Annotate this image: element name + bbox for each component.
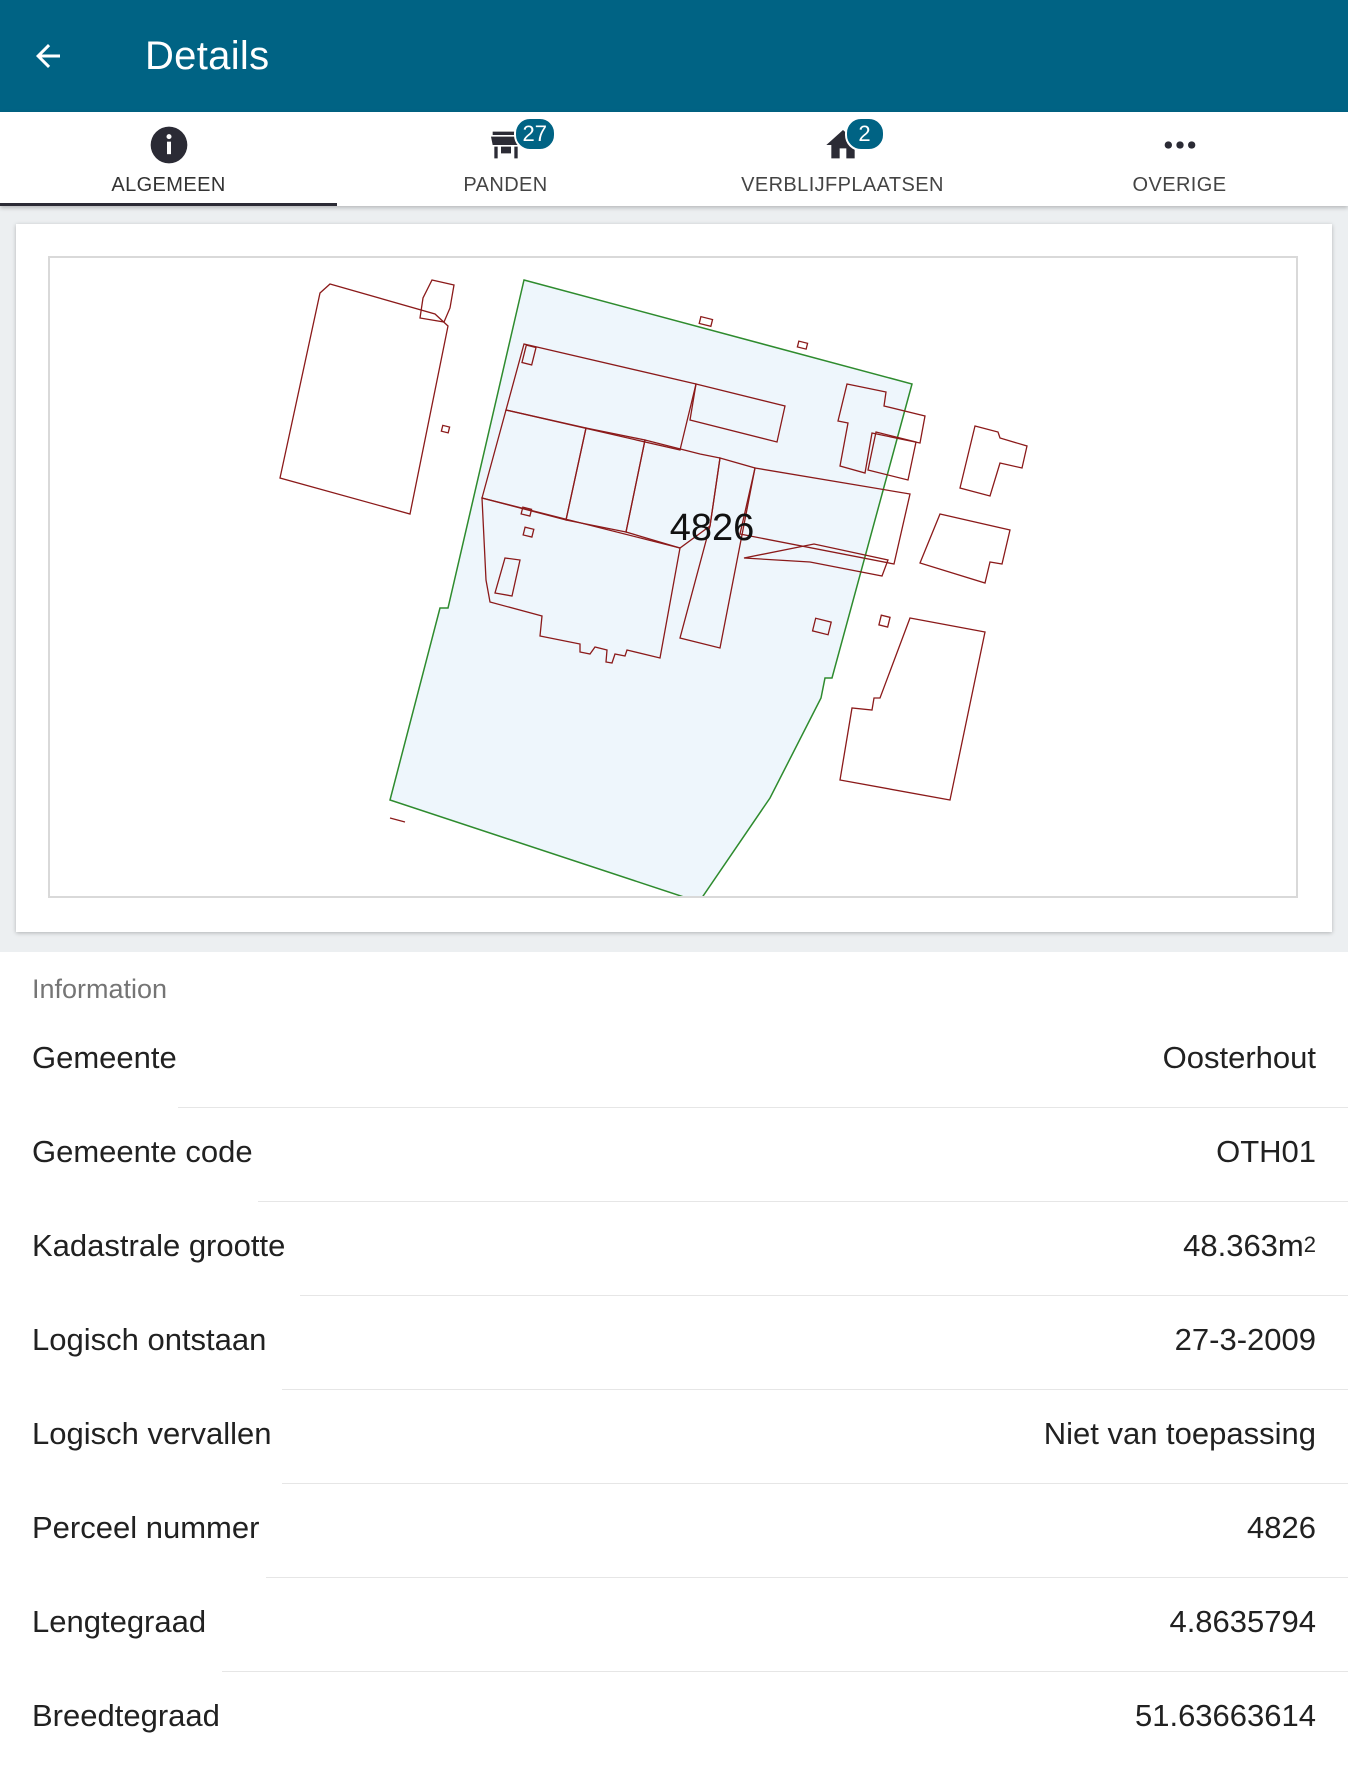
active-tab-indicator — [0, 203, 337, 206]
row-value: 48.363m2 — [1183, 1228, 1316, 1264]
building-outline — [959, 425, 1028, 497]
tab-bar: ALGEMEEN 27 PANDEN 2 VERBLIJFPLAATSEN OV… — [0, 112, 1348, 206]
parcel-polygon — [389, 279, 913, 896]
row-value: 4826 — [1247, 1510, 1316, 1545]
panden-count-badge: 27 — [513, 117, 556, 151]
info-row-logisch-vervallen: Logisch vervallen Niet van toepassing — [0, 1390, 1348, 1484]
map-section: 4826 — [0, 206, 1348, 952]
row-label: Gemeente — [32, 1040, 177, 1075]
row-label: Logisch vervallen — [32, 1416, 272, 1451]
row-label: Logisch ontstaan — [32, 1322, 267, 1357]
row-label: Lengtegraad — [32, 1604, 207, 1639]
info-icon — [150, 126, 187, 164]
page-title: Details — [145, 34, 270, 78]
tab-algemeen[interactable]: ALGEMEEN — [0, 112, 337, 206]
building-outline — [796, 340, 809, 350]
info-row-gemeente-code: Gemeente code OTH01 — [0, 1108, 1348, 1202]
parcel-number-label: 4826 — [670, 507, 755, 549]
row-value: 27-3-2009 — [1174, 1322, 1316, 1357]
information-section: Information Gemeente Oosterhout Gemeente… — [0, 952, 1348, 1733]
area-value: 48.363m — [1183, 1228, 1304, 1263]
parcel-map-drawing: 4826 — [279, 279, 1028, 896]
row-value: Niet van toepassing — [1043, 1416, 1316, 1451]
more-horiz-icon — [1164, 141, 1195, 149]
building-outline — [878, 614, 891, 628]
parcel-map[interactable]: 4826 — [48, 256, 1298, 898]
row-value: Oosterhout — [1162, 1040, 1316, 1075]
map-card: 4826 — [16, 224, 1332, 932]
info-row-lengtegraad: Lengtegraad 4.8635794 — [0, 1578, 1348, 1672]
tab-overige[interactable]: OVERIGE — [1011, 112, 1348, 206]
building-outline — [698, 315, 714, 328]
building-outline — [389, 817, 406, 823]
info-row-gemeente: Gemeente Oosterhout — [0, 1014, 1348, 1108]
tab-label: PANDEN — [463, 174, 548, 196]
section-header: Information — [32, 974, 168, 1004]
info-row-perceel-nummer: Perceel nummer 4826 — [0, 1484, 1348, 1578]
verblijfplaatsen-count-badge: 2 — [844, 117, 885, 151]
tab-panden[interactable]: 27 PANDEN — [337, 112, 674, 206]
tab-label: OVERIGE — [1132, 174, 1227, 196]
app-bar: Details — [0, 0, 1348, 112]
tab-label: VERBLIJFPLAATSEN — [741, 174, 944, 196]
row-label: Gemeente code — [32, 1134, 253, 1169]
row-value: OTH01 — [1216, 1134, 1316, 1169]
back-button[interactable] — [22, 30, 74, 82]
area-unit-superscript: 2 — [1303, 1232, 1316, 1257]
arrow-left-icon — [36, 44, 60, 68]
row-value: 4.8635794 — [1169, 1604, 1316, 1639]
building-outline — [919, 513, 1011, 584]
info-row-kadastrale-grootte: Kadastrale grootte 48.363m2 — [0, 1202, 1348, 1296]
row-label: Breedtegraad — [32, 1698, 220, 1733]
info-row-breedtegraad: Breedtegraad 51.63663614 — [0, 1672, 1348, 1766]
row-value: 51.63663614 — [1134, 1698, 1316, 1733]
tab-label: ALGEMEEN — [111, 174, 226, 196]
row-label: Perceel nummer — [32, 1510, 260, 1545]
info-row-logisch-ontstaan: Logisch ontstaan 27-3-2009 — [0, 1296, 1348, 1390]
building-outline — [440, 424, 451, 434]
building-outline — [839, 617, 986, 801]
row-label: Kadastrale grootte — [32, 1228, 286, 1263]
tab-verblijfplaatsen[interactable]: 2 VERBLIJFPLAATSEN — [674, 112, 1011, 206]
